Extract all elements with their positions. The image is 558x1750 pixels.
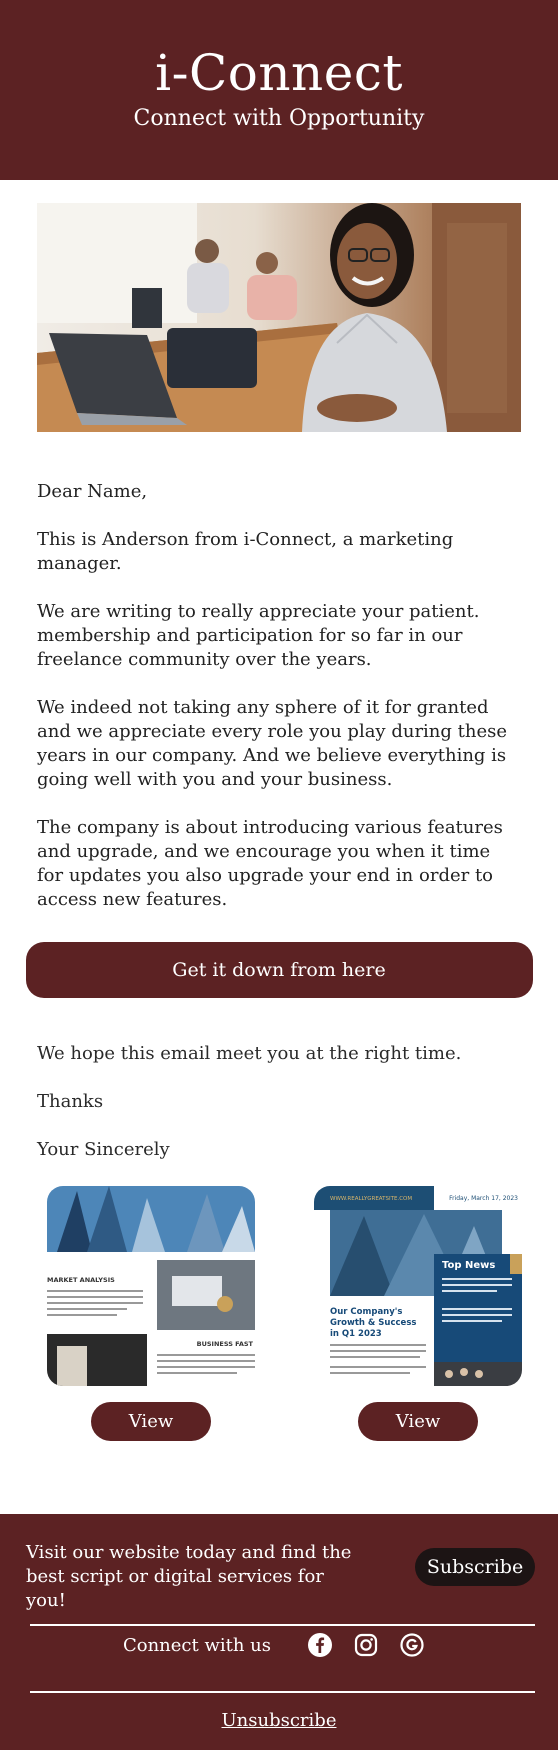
connect-label: Connect with us — [122, 1634, 272, 1656]
email-footer: Visit our website today and find the bes… — [0, 1514, 558, 1750]
letter-paragraph: We are writing to really appreciate your… — [37, 601, 480, 670]
svg-text:in Q1 2023: in Q1 2023 — [330, 1329, 382, 1339]
letter-greeting: Dear Name, — [37, 481, 148, 502]
unsubscribe-link[interactable]: Unsubscribe — [0, 1710, 558, 1731]
letter-closing: We hope this email meet you at the right… — [0, 1042, 558, 1162]
newsletter-preview-growth: WWW.REALLYGREATSITE.COM Friday, March 17… — [314, 1186, 522, 1386]
closing-line: Your Sincerely — [37, 1139, 170, 1160]
letter-paragraph: We indeed not taking any sphere of it fo… — [37, 697, 508, 790]
subscribe-button[interactable]: Subscribe — [415, 1548, 535, 1586]
social-row: Connect with us — [0, 1620, 558, 1670]
closing-line: Thanks — [37, 1091, 104, 1112]
brand-title: i-Connect — [155, 44, 403, 102]
newsletter-thumbnail-growth[interactable]: WWW.REALLYGREATSITE.COM Friday, March 17… — [314, 1186, 522, 1386]
card-heading-right: BUSINESS FAST — [197, 1340, 254, 1348]
footer-divider — [30, 1691, 535, 1693]
google-icon[interactable] — [399, 1632, 425, 1658]
card-site: WWW.REALLYGREATSITE.COM — [330, 1196, 412, 1202]
footer-promo-text: Visit our website today and find the bes… — [26, 1542, 352, 1611]
brand-tagline: Connect with Opportunity — [133, 106, 425, 131]
letter-body: Dear Name, This is Anderson from i-Conne… — [0, 480, 558, 912]
email-header: i-Connect Connect with Opportunity — [0, 0, 558, 180]
download-button[interactable]: Get it down from here — [25, 942, 533, 998]
newsletter-card: WWW.REALLYGREATSITE.COM Friday, March 17… — [314, 1186, 522, 1441]
card-heading-left: MARKET ANALYSIS — [47, 1276, 115, 1284]
newsletter-cards: MARKET ANALYSIS BUSINESS FAST View WWW.R… — [0, 1186, 558, 1441]
hero-photo — [37, 203, 521, 432]
letter-paragraph: The company is about introducing various… — [37, 817, 503, 910]
instagram-icon[interactable] — [353, 1632, 379, 1658]
facebook-icon[interactable] — [307, 1632, 333, 1658]
closing-line: We hope this email meet you at the right… — [37, 1043, 462, 1064]
newsletter-thumbnail-market[interactable]: MARKET ANALYSIS BUSINESS FAST — [47, 1186, 255, 1386]
svg-text:Our Company's: Our Company's — [330, 1307, 402, 1317]
letter-paragraph: This is Anderson from i-Connect, a marke… — [37, 529, 454, 574]
card-date: Friday, March 17, 2023 — [449, 1195, 518, 1202]
svg-text:Growth & Success: Growth & Success — [330, 1318, 416, 1328]
view-button[interactable]: View — [91, 1402, 211, 1441]
view-button[interactable]: View — [358, 1402, 478, 1441]
card-side-title: Top News — [442, 1260, 495, 1271]
newsletter-preview-market: MARKET ANALYSIS BUSINESS FAST — [47, 1186, 255, 1386]
hero-image — [37, 203, 521, 432]
newsletter-card: MARKET ANALYSIS BUSINESS FAST View — [47, 1186, 255, 1441]
